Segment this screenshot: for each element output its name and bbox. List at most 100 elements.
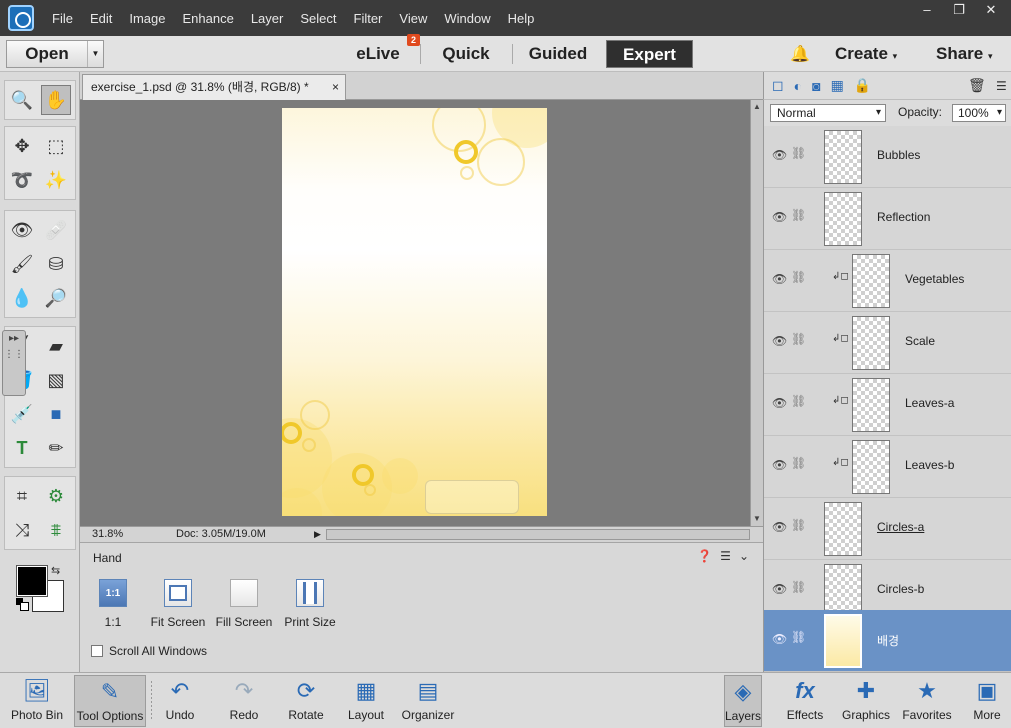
menu-image[interactable]: Image [129, 11, 165, 26]
favorites-panel-button[interactable]: ★ Favorites [900, 675, 954, 727]
crop-tool-icon[interactable]: ⌗ [7, 481, 37, 511]
tab-elive[interactable]: eLive 2 [350, 34, 420, 68]
menu-filter[interactable]: Filter [354, 11, 383, 26]
blend-mode-select[interactable]: Normal [770, 104, 886, 122]
content-aware-move-tool-icon[interactable]: ⤨ [7, 515, 37, 545]
visibility-eye-icon[interactable]: 👁 [772, 582, 787, 596]
photo-bin-button[interactable]: 🖼 Photo Bin [4, 675, 70, 727]
help-icon[interactable]: ❓ [697, 549, 712, 563]
print-size-button[interactable]: Print Size [282, 579, 338, 629]
more-panels-button[interactable]: ▣ More [966, 675, 1008, 727]
layer-name[interactable]: Bubbles [877, 148, 920, 162]
menu-window[interactable]: Window [444, 11, 490, 26]
link-icon[interactable]: ⛓ [791, 630, 806, 644]
spot-healing-tool-icon[interactable]: 🩹 [41, 215, 71, 245]
graphics-panel-button[interactable]: ✚ Graphics [838, 675, 894, 727]
organizer-button[interactable]: ▤ Organizer [398, 675, 458, 727]
link-icon[interactable]: ⛓ [791, 456, 806, 470]
new-adjustment-layer-icon[interactable]: ◐ [794, 78, 802, 94]
layer-name[interactable]: Vegetables [905, 272, 964, 286]
visibility-eye-icon[interactable]: 👁 [772, 148, 787, 162]
minimize-button[interactable]: – [911, 0, 943, 22]
lock-all-icon[interactable]: 🔒 [854, 77, 871, 94]
eraser-tool-icon[interactable]: ▰ [41, 331, 71, 361]
fit-screen-button[interactable]: Fit Screen [150, 579, 206, 629]
add-layer-mask-icon[interactable]: ◙ [812, 78, 820, 94]
lock-transparent-icon[interactable]: ▦ [831, 77, 844, 94]
zoom-level[interactable]: 31.8% [92, 527, 123, 542]
link-icon[interactable]: ⛓ [791, 518, 806, 532]
menu-edit[interactable]: Edit [90, 11, 112, 26]
layers-panel-menu-icon[interactable]: ☰ [996, 79, 1007, 93]
visibility-eye-icon[interactable]: 👁 [772, 458, 787, 472]
visibility-eye-icon[interactable]: 👁 [772, 396, 787, 410]
opacity-field[interactable]: 100% [952, 104, 1006, 122]
fill-screen-button[interactable]: Fill Screen [214, 579, 274, 629]
hand-tool-icon[interactable]: ✋ [41, 85, 71, 115]
toolbox-collapse-handle[interactable]: ▸▸ ⋮⋮ [2, 330, 26, 396]
layout-button[interactable]: ▦ Layout [342, 675, 390, 727]
foreground-color-swatch[interactable] [16, 565, 48, 597]
visibility-eye-icon[interactable]: 👁 [772, 520, 787, 534]
magic-wand-tool-icon[interactable]: ✨ [41, 165, 71, 195]
actual-pixels-button[interactable]: 1:1 1:1 [96, 579, 130, 629]
tab-guided[interactable]: Guided [520, 40, 596, 68]
default-colors-icon[interactable] [16, 598, 29, 611]
tab-expert[interactable]: Expert [606, 40, 693, 68]
layer-row[interactable]: 👁 ⛓ ↲◻ Leaves-b [764, 436, 1011, 498]
open-button[interactable]: Open ▼ [6, 40, 104, 68]
red-eye-tool-icon[interactable]: 👁 [7, 215, 37, 245]
tab-quick[interactable]: Quick [430, 40, 502, 68]
share-menu[interactable]: Share ▾ [936, 40, 993, 70]
layer-name[interactable]: Reflection [877, 210, 930, 224]
straighten-tool-icon[interactable]: ⩨ [41, 515, 71, 545]
type-tool-icon[interactable]: T [7, 433, 37, 463]
rotate-button[interactable]: ⟳ Rotate [280, 675, 332, 727]
undo-button[interactable]: ↶ Undo [156, 675, 204, 727]
status-menu-arrow-icon[interactable]: ▶ [314, 527, 321, 542]
layer-row[interactable]: 👁 ⛓ ↲◻ Vegetables [764, 250, 1011, 312]
menu-select[interactable]: Select [300, 11, 336, 26]
tool-options-button[interactable]: ✎ Tool Options [74, 675, 146, 727]
link-icon[interactable]: ⛓ [791, 580, 806, 594]
canvas-area[interactable] [80, 100, 750, 526]
link-icon[interactable]: ⛓ [791, 208, 806, 222]
new-layer-icon[interactable]: ◻ [772, 77, 784, 94]
layer-name[interactable]: 배경 [877, 632, 899, 649]
scroll-all-windows-checkbox[interactable]: Scroll All Windows [91, 644, 207, 658]
vertical-scrollbar[interactable]: ▲ ▼ [750, 100, 763, 526]
menu-file[interactable]: File [52, 11, 73, 26]
sponge-tool-icon[interactable]: 🔎 [41, 283, 71, 313]
move-tool-icon[interactable]: ✥ [7, 131, 37, 161]
smart-brush-tool-icon[interactable]: 🖌 [7, 249, 37, 279]
layer-name[interactable]: Circles-b [877, 582, 924, 596]
visibility-eye-icon[interactable]: 👁 [772, 334, 787, 348]
menu-help[interactable]: Help [508, 11, 535, 26]
visibility-eye-icon[interactable]: 👁 [772, 632, 787, 646]
create-menu[interactable]: Create ▾ [835, 40, 897, 70]
visibility-eye-icon[interactable]: 👁 [772, 272, 787, 286]
layer-row[interactable]: 👁 ⛓ Circles-a [764, 498, 1011, 560]
layers-panel-button[interactable]: ◈ Layers [724, 675, 762, 727]
pencil-tool-icon[interactable]: ✏ [41, 433, 71, 463]
redo-button[interactable]: ↷ Redo [220, 675, 268, 727]
checkbox-box[interactable] [91, 645, 103, 657]
panel-menu-icon[interactable]: ☰ [720, 549, 731, 563]
scroll-down-arrow-icon[interactable]: ▼ [753, 514, 761, 523]
swap-colors-icon[interactable]: ⇆ [51, 564, 60, 577]
layer-name[interactable]: Scale [905, 334, 935, 348]
zoom-tool-icon[interactable]: 🔍 [7, 85, 37, 115]
layer-name[interactable]: Leaves-b [905, 458, 954, 472]
layer-row[interactable]: 👁 ⛓ Bubbles [764, 126, 1011, 188]
layer-row[interactable]: 👁 ⛓ Reflection [764, 188, 1011, 250]
horizontal-scrollbar[interactable] [326, 529, 750, 540]
eyedropper-tool-icon[interactable]: 💉 [7, 399, 37, 429]
clone-stamp-tool-icon[interactable]: ⛁ [41, 249, 71, 279]
document-canvas[interactable] [282, 108, 547, 516]
visibility-eye-icon[interactable]: 👁 [772, 210, 787, 224]
restore-button[interactable]: ❐ [943, 0, 975, 22]
scroll-up-arrow-icon[interactable]: ▲ [753, 102, 761, 111]
layer-name[interactable]: Circles-a [877, 520, 924, 534]
layer-name[interactable]: Leaves-a [905, 396, 954, 410]
shape-tool-icon[interactable]: ■ [41, 399, 71, 429]
